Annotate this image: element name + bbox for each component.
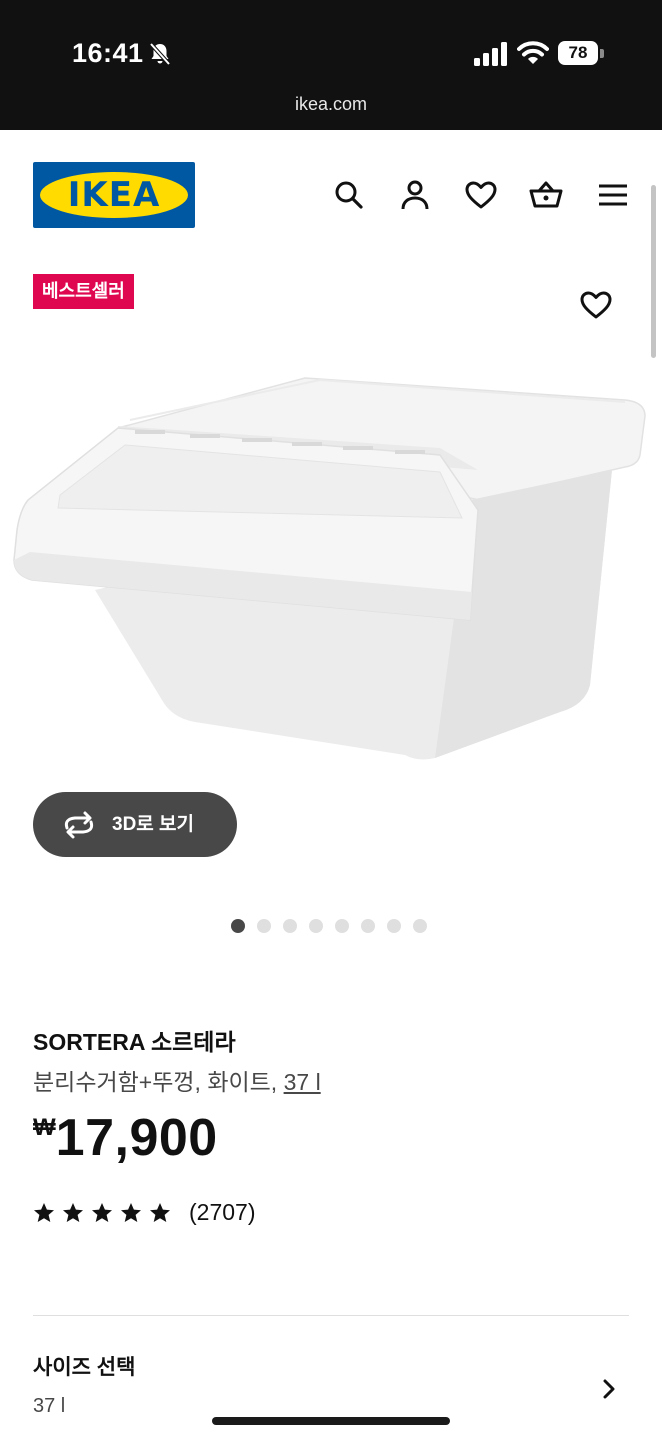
carousel-dots[interactable]: [231, 919, 427, 933]
menu-icon[interactable]: [596, 178, 630, 212]
product-description: 분리수거함+뚜껑, 화이트, 37 l: [33, 1063, 321, 1097]
product-image[interactable]: [0, 360, 662, 780]
star-icon: [34, 1203, 54, 1222]
review-count[interactable]: (2707): [189, 1199, 255, 1226]
basket-icon[interactable]: [529, 178, 563, 212]
divider: [33, 1315, 629, 1316]
heart-icon[interactable]: [464, 178, 498, 212]
search-icon[interactable]: [332, 178, 366, 212]
star-icon: [150, 1203, 170, 1222]
view-3d-button[interactable]: 3D로 보기: [33, 792, 237, 857]
bell-slash-icon: [149, 42, 171, 66]
status-bar: 16:41 78 ikea.com: [0, 0, 662, 130]
chevron-right-icon[interactable]: [596, 1376, 622, 1402]
carousel-dot[interactable]: [413, 919, 427, 933]
carousel-dot[interactable]: [309, 919, 323, 933]
bestseller-badge: 베스트셀러: [33, 274, 134, 309]
star-icon: [63, 1203, 83, 1222]
ikea-logo[interactable]: IKEA: [33, 162, 195, 228]
price-amount: 17,900: [55, 1109, 218, 1167]
home-indicator[interactable]: [212, 1417, 450, 1425]
size-selector-title[interactable]: 사이즈 선택: [33, 1351, 135, 1381]
product-price: ₩17,900: [33, 1108, 218, 1168]
star-icon: [121, 1203, 141, 1222]
carousel-dot[interactable]: [387, 919, 401, 933]
rating-stars[interactable]: [33, 1202, 171, 1224]
size-link[interactable]: 37 l: [284, 1069, 321, 1095]
cellular-signal-icon: [474, 42, 507, 66]
url-bar[interactable]: ikea.com: [0, 94, 662, 115]
wifi-icon: [517, 41, 549, 64]
scrollbar[interactable]: [651, 185, 656, 358]
carousel-dot[interactable]: [361, 919, 375, 933]
product-name[interactable]: SORTERA 소르테라: [33, 1023, 236, 1057]
battery-cap: [600, 49, 604, 58]
carousel-dot[interactable]: [335, 919, 349, 933]
user-icon[interactable]: [398, 178, 432, 212]
logo-text: IKEA: [67, 175, 161, 215]
product-description-text: 분리수거함+뚜껑, 화이트,: [33, 1069, 284, 1095]
star-icon: [92, 1203, 112, 1222]
favorite-heart-icon[interactable]: [579, 288, 613, 322]
price-currency: ₩: [33, 1114, 56, 1141]
carousel-dot[interactable]: [231, 919, 245, 933]
carousel-dot[interactable]: [283, 919, 297, 933]
rotate-3d-icon: [64, 811, 94, 839]
view-3d-label: 3D로 보기: [112, 814, 195, 835]
carousel-dot[interactable]: [257, 919, 271, 933]
battery-icon: 78: [558, 41, 598, 65]
status-time: 16:41: [72, 38, 144, 68]
size-selector-value: 37 l: [33, 1395, 66, 1417]
